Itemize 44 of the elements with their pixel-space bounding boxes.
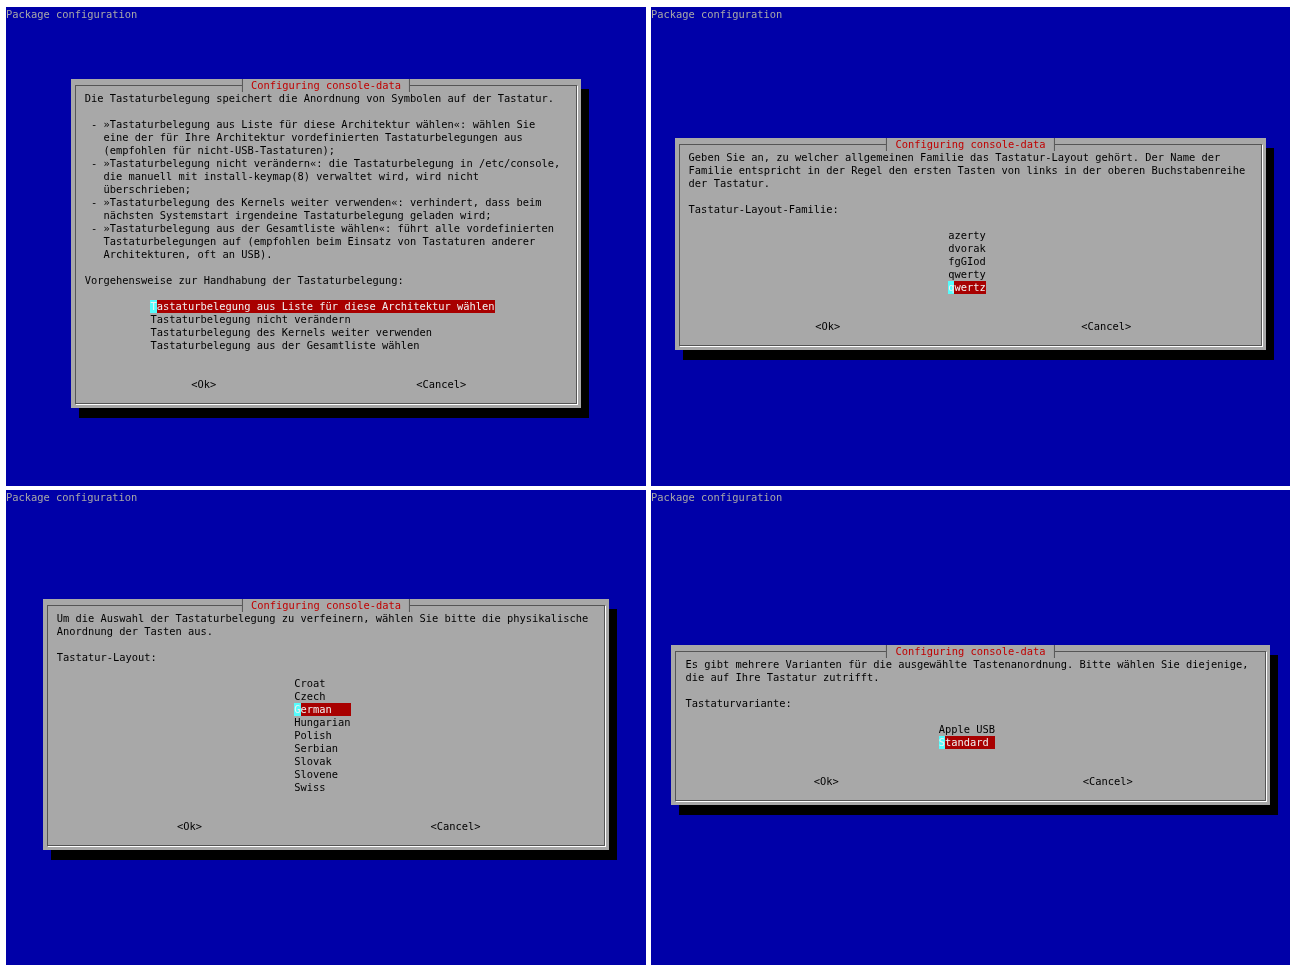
description-text: Geben Sie an, zu welcher allgemeinen Familie das Tastatur-Layout gehört. Der Name der Familie entspricht in der Regel den ersten Tasten von links in der oberen Buchstabenreihe der Tastatur. [688,150,1246,190]
bullet-text: - »Tastaturbelegung des Kernels weiter verwenden«: verhindert, dass beim nächsten Systemstart irgendeine Tastaturbelegung geladen wird; [90,196,543,222]
cancel-button[interactable]: <Cancel> [1081,319,1132,333]
description-text: Die Tastaturbelegung speichert die Anordnung von Symbolen auf der Tastatur. [84,92,555,105]
list-option[interactable]: Croat [294,677,351,690]
screen-header: Package configuration [6,7,138,21]
list-option[interactable]: Czech [294,690,351,703]
prompt-label: Tastaturvariante: [685,696,793,710]
description-text: Um die Auswahl der Tastaturbelegung zu verfeinern, wählen Sie bitte die physikalische Anordnung der Tasten aus. [56,612,589,638]
list-option[interactable]: azerty [948,228,986,242]
list-option[interactable]: Serbian [294,742,351,755]
list-option[interactable]: Slovene [294,768,351,781]
prompt-label: Tastatur-Layout-Familie: [688,202,840,216]
description-text: Es gibt mehrere Varianten für die ausgewählte Tastenanordnung. Bitte wählen Sie diejenige, die auf Ihre Tastatur zutrifft. [685,657,1249,684]
ok-button[interactable]: <Ok> [177,820,203,833]
ok-button[interactable]: <Ok> [191,378,217,391]
list-option[interactable]: Apple USB [938,722,996,736]
dialog-title: Configuring console-data [241,599,411,612]
bullet-text: - »Tastaturbelegung nicht verändern«: die Tastaturbelegung in /etc/console, die manuell mit install-keymap(8) verwaltet wird, wird nicht überschrieben; [90,157,561,196]
ok-button[interactable]: <Ok> [815,319,841,333]
list-option[interactable]: Hungarian [294,716,351,729]
bullet-text: - »Tastaturbelegung aus Liste für diese Architektur wählen«: wählen Sie eine der für Ihre Architektur vordefinierten Tastaturbelegungen aus (empfohlen für nicht-USB-Tastaturen); [90,118,537,157]
list-option[interactable]: dvorak [948,241,986,255]
screen-header: Package configuration [651,490,783,504]
list-option[interactable]: Swiss [294,781,351,794]
cancel-button[interactable]: <Cancel> [1082,774,1133,788]
dialog-title: Configuring console-data [886,644,1055,658]
bullet-text: - »Tastaturbelegung aus der Gesamtliste wählen«: führt alle vordefinierten Tastaturbelegungen auf (empfohlen beim Einsatz von Tastaturen anderer Architekturen, oft an USB). [90,222,555,261]
list-option[interactable]: Slovak [294,755,351,768]
ok-button[interactable]: <Ok> [813,774,839,788]
list-option[interactable]: Polish [294,729,351,742]
screen-header: Package configuration [651,7,783,21]
list-option[interactable]: Tastaturbelegung aus der Gesamtliste wählen [150,339,495,352]
cancel-button[interactable]: <Cancel> [430,820,481,833]
prompt-label: Tastatur-Layout: [56,651,158,664]
list-option[interactable]: qwerty [948,267,986,281]
dialog-title: Configuring console-data [886,137,1055,151]
list-option[interactable]: Tastaturbelegung nicht verändern [150,313,495,326]
dialog-title: Configuring console-data [241,79,411,92]
list-option[interactable]: fgGIod [948,254,986,268]
screen-header: Package configuration [6,490,138,504]
cancel-button[interactable]: <Cancel> [416,378,467,391]
list-option[interactable]: Tastaturbelegung des Kernels weiter verwenden [150,326,495,339]
prompt-label: Vorgehensweise zur Handhabung der Tastaturbelegung: [84,274,405,287]
